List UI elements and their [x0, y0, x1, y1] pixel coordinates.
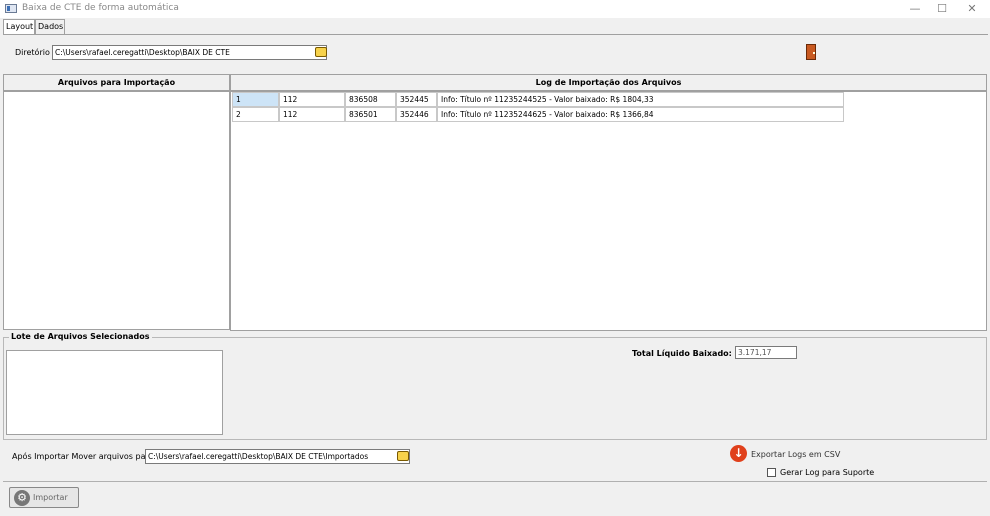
- document-cell[interactable]: 836508: [345, 92, 396, 107]
- title-number-cell[interactable]: 352445: [396, 92, 437, 107]
- code-cell[interactable]: 112: [279, 92, 345, 107]
- tab-dados[interactable]: Dados: [35, 19, 65, 34]
- import-button[interactable]: ⚙ Importar: [9, 487, 79, 508]
- export-csv-link[interactable]: Exportar Logs em CSV: [751, 450, 840, 459]
- document-cell[interactable]: 836501: [345, 107, 396, 122]
- support-log-checkbox[interactable]: [767, 468, 776, 477]
- log-panel-header: Log de Importação dos Arquivos: [230, 74, 987, 91]
- bottom-divider: [3, 481, 987, 482]
- arrow-down-circle-icon[interactable]: ↓: [730, 445, 747, 462]
- files-panel-header: Arquivos para Importação: [3, 74, 230, 91]
- folder-icon[interactable]: [397, 451, 409, 461]
- support-log-label: Gerar Log para Suporte: [780, 468, 875, 477]
- close-icon[interactable]: ✕: [957, 0, 987, 18]
- total-value: 3.171,17: [735, 346, 797, 359]
- files-list[interactable]: [3, 91, 230, 330]
- directory-input[interactable]: C:\Users\rafael.ceregatti\Desktop\BAIX D…: [52, 45, 327, 60]
- log-grid[interactable]: [230, 91, 987, 331]
- maximize-icon[interactable]: ☐: [927, 0, 957, 18]
- batch-groupbox-title: Lote de Arquivos Selecionados: [9, 332, 152, 341]
- tab-layout[interactable]: Layout: [3, 19, 35, 34]
- move-destination-input[interactable]: C:\Users\rafael.ceregatti\Desktop\BAIX D…: [145, 449, 410, 464]
- minimize-icon[interactable]: —: [900, 0, 930, 18]
- app-icon: [5, 4, 17, 13]
- batch-list[interactable]: [6, 350, 223, 435]
- folder-icon[interactable]: [315, 47, 327, 57]
- row-index-cell[interactable]: 1: [232, 92, 279, 107]
- import-button-label: Importar: [33, 493, 68, 502]
- move-label: Após Importar Mover arquivos para :: [12, 452, 159, 461]
- table-row[interactable]: 1 112 836508 352445 Info: Título nº 1123…: [232, 92, 844, 107]
- row-index-cell[interactable]: 2: [232, 107, 279, 122]
- directory-label: Diretório: [15, 48, 50, 57]
- info-cell[interactable]: Info: Título nº 11235244625 - Valor baix…: [437, 107, 844, 122]
- table-row[interactable]: 2 112 836501 352446 Info: Título nº 1123…: [232, 107, 844, 122]
- tab-divider: [3, 34, 988, 35]
- info-cell[interactable]: Info: Título nº 11235244525 - Valor baix…: [437, 92, 844, 107]
- title-bar: Baixa de CTE de forma automática — ☐ ✕: [0, 0, 990, 18]
- exit-door-icon[interactable]: [806, 44, 816, 60]
- window-title: Baixa de CTE de forma automática: [22, 3, 179, 13]
- gear-icon: ⚙: [14, 490, 30, 506]
- total-label: Total Líquido Baixado: R$: [632, 349, 747, 358]
- title-number-cell[interactable]: 352446: [396, 107, 437, 122]
- code-cell[interactable]: 112: [279, 107, 345, 122]
